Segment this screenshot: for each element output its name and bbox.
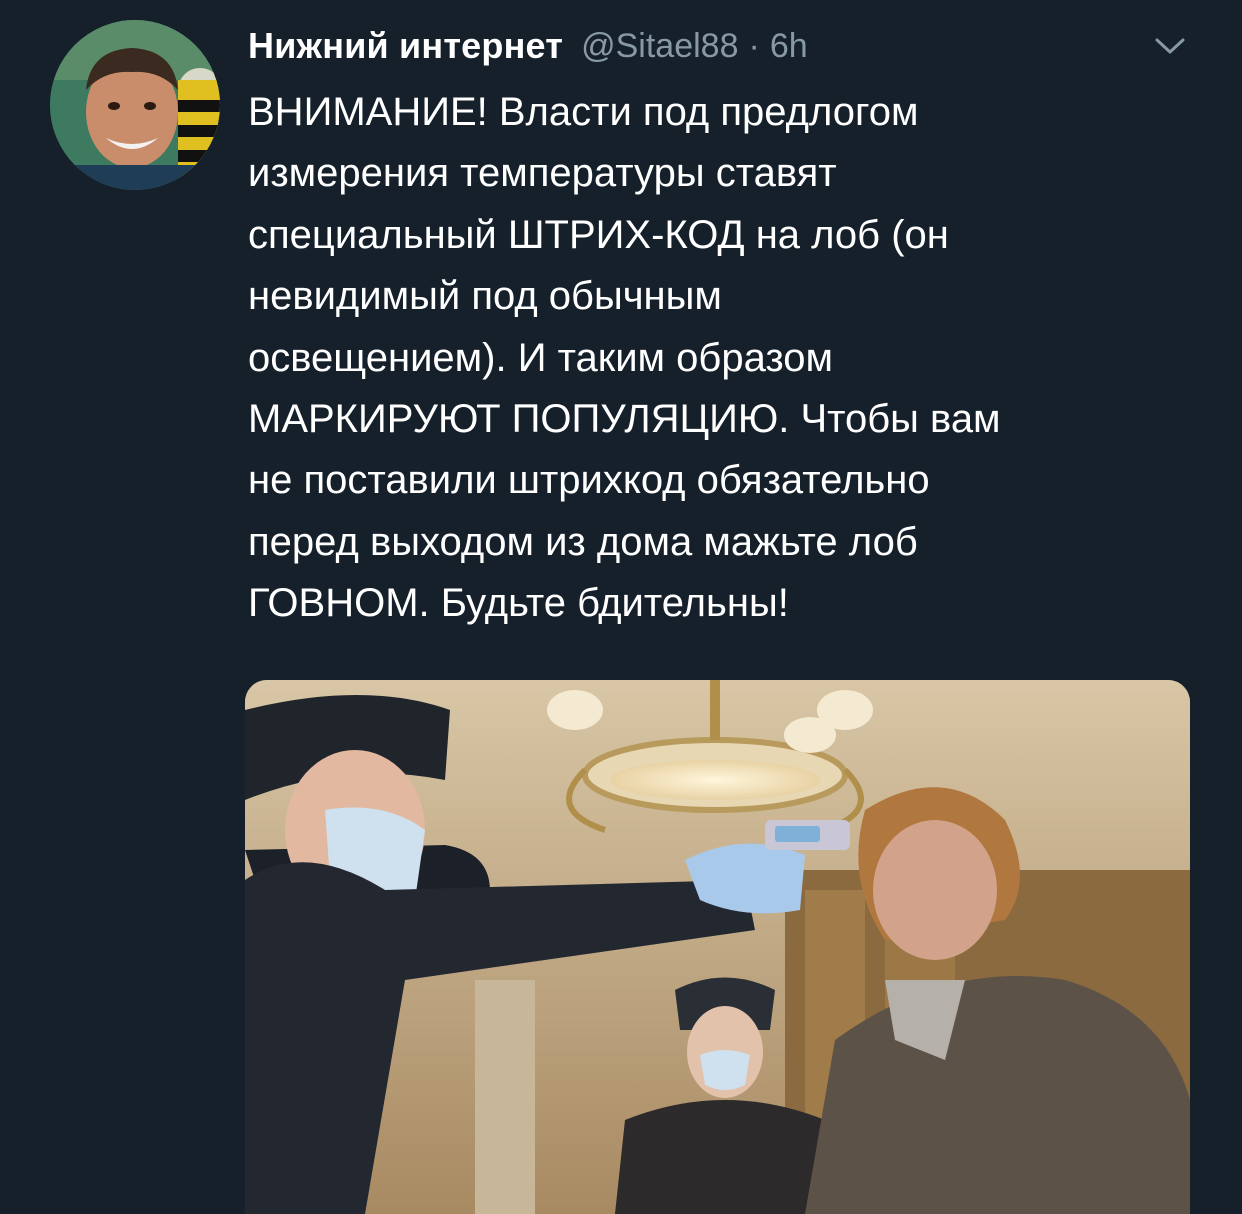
tweet-text-line: освещением). И таким образом	[248, 335, 833, 380]
author-handle[interactable]: @Sitael88	[581, 27, 738, 65]
tweet-text-line: ГОВНОМ. Будьте бдительны!	[248, 581, 789, 626]
photo-illustration	[245, 680, 1190, 1214]
avatar[interactable]	[50, 20, 220, 190]
tweet-text-line: специальный ШТРИХ-КОД на лоб (он	[248, 212, 949, 257]
tweet-meta: @Sitael88 · 6h	[581, 27, 808, 66]
tweet-text-line: измерения температуры ставят	[248, 151, 837, 196]
tweet-media-photo[interactable]	[245, 680, 1190, 1214]
chevron-down-icon[interactable]	[1148, 28, 1192, 64]
meta-separator: ·	[748, 26, 760, 65]
avatar-image	[50, 20, 220, 190]
tweet-text-line: невидимый под обычным	[248, 274, 722, 319]
tweet-text-line: перед выходом из дома мажьте лоб	[248, 519, 918, 564]
tweet-time[interactable]: 6h	[770, 27, 808, 65]
tweet-text: ВНИМАНИЕ! Власти под предлогом измерения…	[248, 82, 1208, 635]
author-name[interactable]: Нижний интернет	[248, 25, 563, 67]
tweet-text-line: МАРКИРУЮТ ПОПУЛЯЦИЮ. Чтобы вам	[248, 397, 1001, 442]
tweet-header: Нижний интернет @Sitael88 · 6h	[248, 22, 1212, 70]
tweet-text-line: не поставили штрихкод обязательно	[248, 458, 930, 503]
tweet-text-line: ВНИМАНИЕ! Власти под предлогом	[248, 90, 919, 134]
